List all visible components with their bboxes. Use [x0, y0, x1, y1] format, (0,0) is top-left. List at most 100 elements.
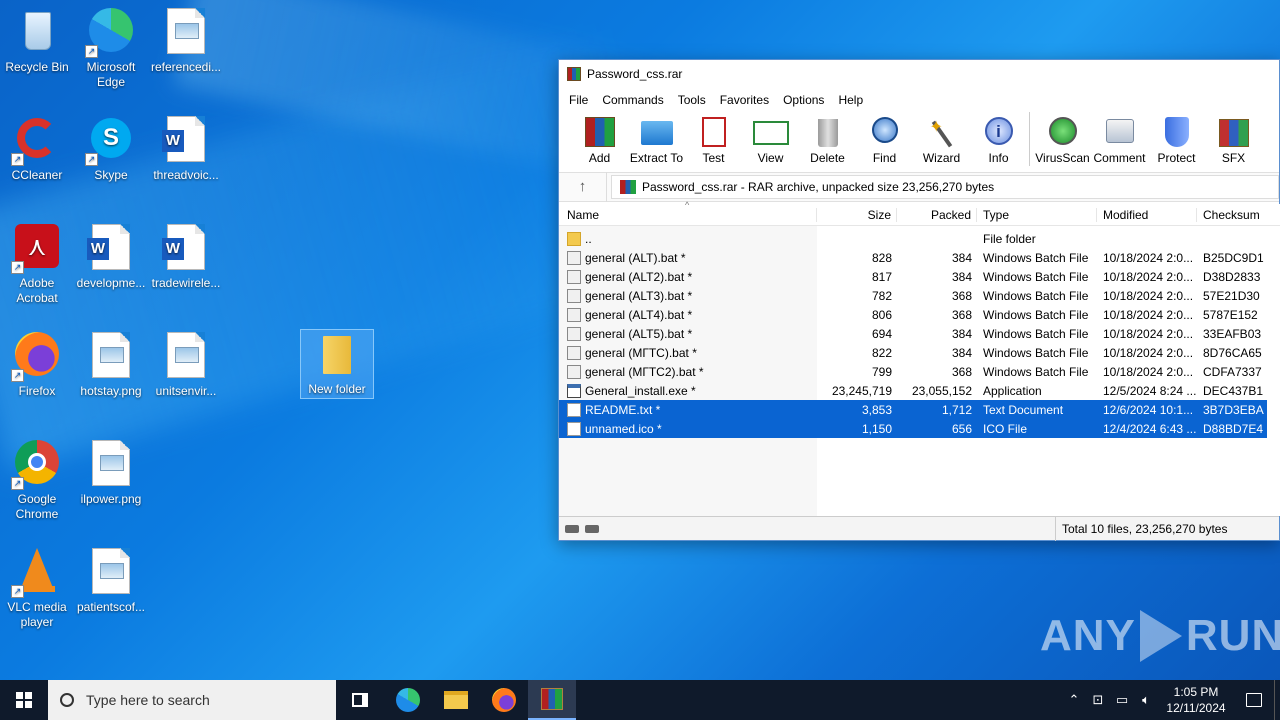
column-size[interactable]: Size	[817, 207, 897, 222]
virusscan-button[interactable]: VirusScan	[1034, 112, 1091, 165]
file-list[interactable]: ^ Name Size Packed Type Modified Checksu…	[559, 200, 1280, 516]
file-row[interactable]: general (МГТС).bat * 822 384 Windows Batch …	[559, 343, 1280, 362]
file-row[interactable]: general (ALT4).bat * 806 368 Windows Batch …	[559, 305, 1280, 324]
file-row[interactable]: General_install.exe * 23,245,719 23,055,15…	[559, 381, 1280, 400]
view-button[interactable]: View	[742, 112, 799, 165]
file-cell-type: Windows Batch File	[983, 364, 1089, 379]
desktop-icon-ccleaner[interactable]: ↗ CCleaner	[0, 116, 74, 183]
window-titlebar[interactable]: Password_css.rar	[559, 60, 1279, 88]
file-cell-packed: 384	[951, 269, 972, 284]
taskbar-firefox[interactable]	[480, 680, 528, 720]
file-row[interactable]: general (ALT2).bat * 817 384 Windows Batch …	[559, 267, 1280, 286]
file-cell-name: general (МГТС2).bat *	[559, 364, 817, 379]
virus-bug-icon	[1045, 115, 1081, 149]
desktop-icon-microsoft-edge[interactable]: ↗ Microsoft Edge	[74, 8, 148, 90]
file-cell-modified: 12/6/2024 10:1...	[1103, 402, 1194, 417]
task-view-icon	[352, 693, 368, 707]
magnifier-icon	[867, 115, 903, 149]
menu-tools[interactable]: Tools	[671, 91, 713, 109]
firefox-icon: ↗	[11, 332, 61, 382]
edge-icon	[396, 688, 420, 712]
rar-archive-icon	[620, 180, 636, 194]
file-cell-name: ..	[559, 231, 817, 246]
file-cell-packed: 384	[951, 326, 972, 341]
taskbar-file-explorer[interactable]	[432, 680, 480, 720]
extract-to-button[interactable]: Extract To	[628, 112, 685, 165]
archive-path[interactable]: Password_css.rar - RAR archive, unpacked…	[611, 175, 1279, 199]
desktop-icon-hotstay[interactable]: hotstay.png	[74, 332, 148, 399]
file-row[interactable]: unnamed.ico * 1,150 656 ICO File 12/4/2024 6…	[559, 419, 1267, 438]
desktop-icon-skype[interactable]: S ↗ Skype	[74, 116, 148, 183]
desktop-icon-vlc[interactable]: ↗ VLC media player	[0, 548, 74, 630]
desktop-icon-adobe-acrobat[interactable]: ⋏ ↗ Adobe Acrobat	[0, 224, 74, 306]
file-cell-size: 822	[871, 345, 892, 360]
file-cell-type: Text Document	[983, 402, 1064, 417]
desktop-icon-threadvoic[interactable]: W threadvoic...	[149, 116, 223, 183]
desktop-icon-patientscof[interactable]: patientscof...	[74, 548, 148, 615]
taskbar-search[interactable]: Type here to search	[48, 680, 336, 720]
file-row[interactable]: general (ALT).bat * 828 384 Windows Batch F…	[559, 248, 1280, 267]
task-view-button[interactable]	[336, 680, 384, 720]
file-row[interactable]: README.txt * 3,853 1,712 Text Document 12/6/…	[559, 400, 1267, 419]
file-row[interactable]: general (ALT5).bat * 694 384 Windows Batch …	[559, 324, 1280, 343]
file-row[interactable]: general (ALT3).bat * 782 368 Windows Batch …	[559, 286, 1280, 305]
delete-button[interactable]: Delete	[799, 112, 856, 165]
protect-button[interactable]: Protect	[1148, 112, 1205, 165]
menu-file[interactable]: File	[562, 91, 595, 109]
bat-file-icon	[567, 326, 581, 341]
file-cell-checksum: 3B7D3EBA	[1203, 402, 1264, 417]
file-row[interactable]: general (МГТС2).bat * 799 368 Windows Batch…	[559, 362, 1280, 381]
desktop-icon-unitsenvir[interactable]: unitsenvir...	[149, 332, 223, 399]
column-checksum[interactable]: Checksum	[1197, 208, 1267, 222]
device-icon[interactable]: ⊡	[1086, 692, 1110, 708]
file-cell-modified: 10/18/2024 2:0...	[1103, 288, 1194, 303]
desktop-icon-referencedi[interactable]: referencedi...	[149, 8, 223, 75]
test-button[interactable]: Test	[685, 112, 742, 165]
file-cell-size: 799	[871, 364, 892, 379]
info-button[interactable]: i Info	[970, 112, 1027, 165]
info-icon: i	[981, 115, 1017, 149]
column-packed[interactable]: Packed	[897, 207, 977, 222]
desktop-icon-ilpower[interactable]: ilpower.png	[74, 440, 148, 507]
file-cell-name: general (ALT3).bat *	[559, 288, 817, 303]
add-archive-icon	[582, 115, 618, 149]
column-type[interactable]: Type	[977, 207, 1097, 222]
add-button[interactable]: Add	[571, 112, 628, 165]
menu-options[interactable]: Options	[776, 91, 831, 109]
clock[interactable]: 1:05 PM 12/11/2024	[1158, 684, 1234, 716]
volume-icon[interactable]: 🔈︎	[1134, 692, 1158, 708]
desktop-icon-recycle-bin[interactable]: Recycle Bin	[0, 8, 74, 75]
up-arrow-icon[interactable]: ↑	[559, 172, 607, 202]
desktop-icon-developme[interactable]: W developme...	[74, 224, 148, 291]
column-modified[interactable]: Modified	[1097, 207, 1197, 222]
chevron-up-icon[interactable]: ⌃	[1062, 692, 1086, 708]
menu-help[interactable]: Help	[831, 91, 870, 109]
taskbar-winrar[interactable]	[528, 680, 576, 720]
menu-favorites[interactable]: Favorites	[713, 91, 776, 109]
taskbar-edge[interactable]	[384, 680, 432, 720]
winrar-window[interactable]: Password_css.rar File Commands Tools Fav…	[558, 59, 1280, 541]
file-cell-checksum: B25DC9D1	[1203, 250, 1264, 265]
drive-icon[interactable]	[565, 524, 579, 533]
trash-icon	[810, 115, 846, 149]
key-icon[interactable]	[585, 524, 599, 533]
sfx-button[interactable]: SFX	[1205, 112, 1262, 165]
winrar-icon	[541, 688, 563, 710]
file-cell-modified: 10/18/2024 2:0...	[1103, 345, 1194, 360]
file-row[interactable]: .. File folder	[559, 229, 1280, 248]
desktop-icon-firefox[interactable]: ↗ Firefox	[0, 332, 74, 399]
window-title: Password_css.rar	[587, 67, 683, 81]
start-button[interactable]	[0, 680, 48, 720]
show-desktop-button[interactable]	[1274, 680, 1280, 720]
desktop-icon-tradewirele[interactable]: W tradewirele...	[149, 224, 223, 291]
folder-file-icon	[567, 231, 581, 246]
wizard-button[interactable]: ✦ Wizard	[913, 112, 970, 165]
menu-commands[interactable]: Commands	[595, 91, 670, 109]
notification-button[interactable]	[1234, 693, 1274, 707]
comment-button[interactable]: Comment	[1091, 112, 1148, 165]
find-button[interactable]: Find	[856, 112, 913, 165]
desktop-icon-new-folder[interactable]: New folder	[300, 329, 374, 399]
file-cell-type: Windows Batch File	[983, 269, 1089, 284]
desktop-icon-google-chrome[interactable]: ↗ Google Chrome	[0, 440, 74, 522]
network-icon[interactable]: ▭	[1110, 692, 1134, 708]
